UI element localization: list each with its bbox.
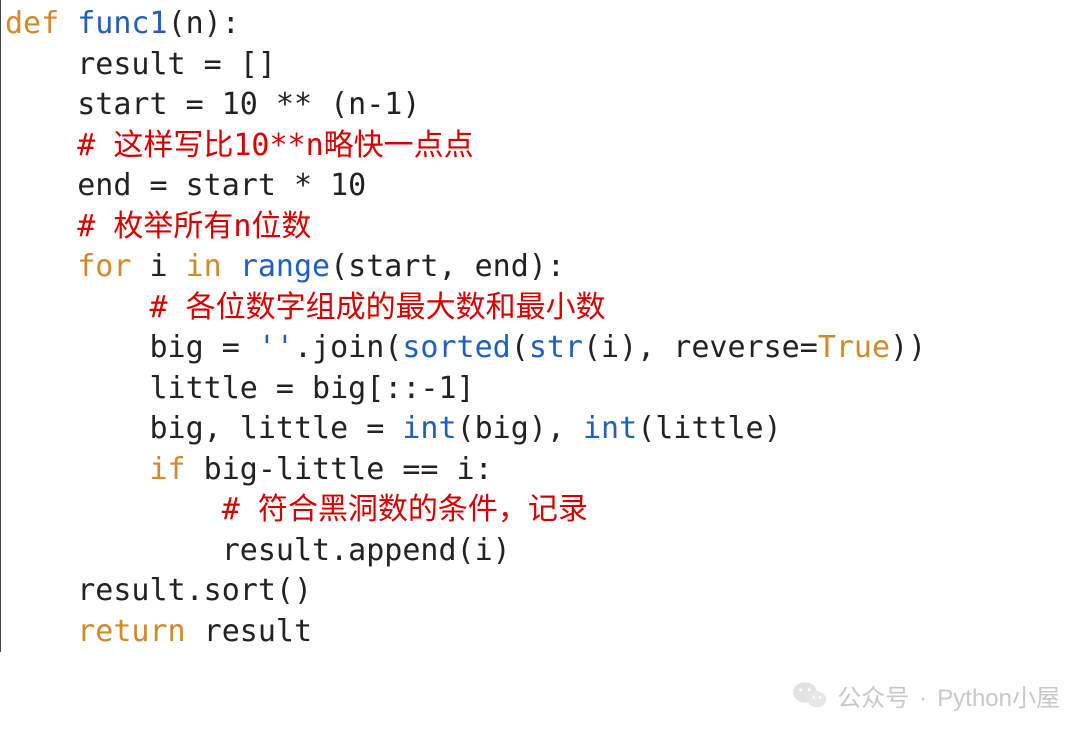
- code-token: (: [511, 330, 529, 365]
- code-token: int: [402, 411, 456, 446]
- code-token: (little): [637, 411, 782, 446]
- code-token: if: [150, 452, 186, 487]
- code-block: def func1(n): result = [] start = 10 ** …: [0, 0, 1080, 652]
- code-token: result.append(i): [222, 533, 511, 568]
- code-token: def: [5, 6, 59, 41]
- code-token: # 符合黑洞数的条件，记录: [222, 492, 588, 527]
- code-token: # 这样写比10**n略快一点点: [77, 128, 473, 163]
- code-token: big =: [150, 330, 258, 365]
- code-token: [222, 249, 240, 284]
- code-token: for: [77, 249, 131, 284]
- code-token: in: [186, 249, 222, 284]
- watermark-label: 公众号: [837, 683, 909, 715]
- code-token: sorted: [402, 330, 510, 365]
- code-token: (n):: [168, 6, 240, 41]
- code-token: range: [240, 249, 330, 284]
- code-token: str: [529, 330, 583, 365]
- code-token: int: [583, 411, 637, 446]
- watermark: 公众号 · Python小屋: [793, 680, 1060, 719]
- wechat-icon: [793, 680, 827, 719]
- code-token: return: [77, 614, 185, 649]
- code-token: end = start * 10: [77, 168, 366, 203]
- code-token: big-little == i:: [186, 452, 493, 487]
- watermark-sep: ·: [919, 683, 927, 715]
- code-token: result = []: [77, 47, 276, 82]
- code-token: result: [186, 614, 312, 649]
- code-token: (i), reverse=: [583, 330, 818, 365]
- code-token: big, little =: [150, 411, 403, 446]
- code-token: (big),: [457, 411, 583, 446]
- code-token: # 各位数字组成的最大数和最小数: [150, 290, 606, 325]
- code-token: [59, 6, 77, 41]
- code-token: result.sort(): [77, 573, 312, 608]
- code-token: )): [890, 330, 926, 365]
- code-token: func1: [77, 6, 167, 41]
- code-token: start = 10 ** (n-1): [77, 87, 420, 122]
- code-token: little = big[::-1]: [150, 371, 475, 406]
- watermark-name: Python小屋: [937, 683, 1060, 715]
- code-token: '': [258, 330, 294, 365]
- code-token: # 枚举所有n位数: [77, 209, 311, 244]
- code-token: .join(: [294, 330, 402, 365]
- code-token: i: [131, 249, 185, 284]
- code-token: (start, end):: [330, 249, 565, 284]
- code-token: True: [818, 330, 890, 365]
